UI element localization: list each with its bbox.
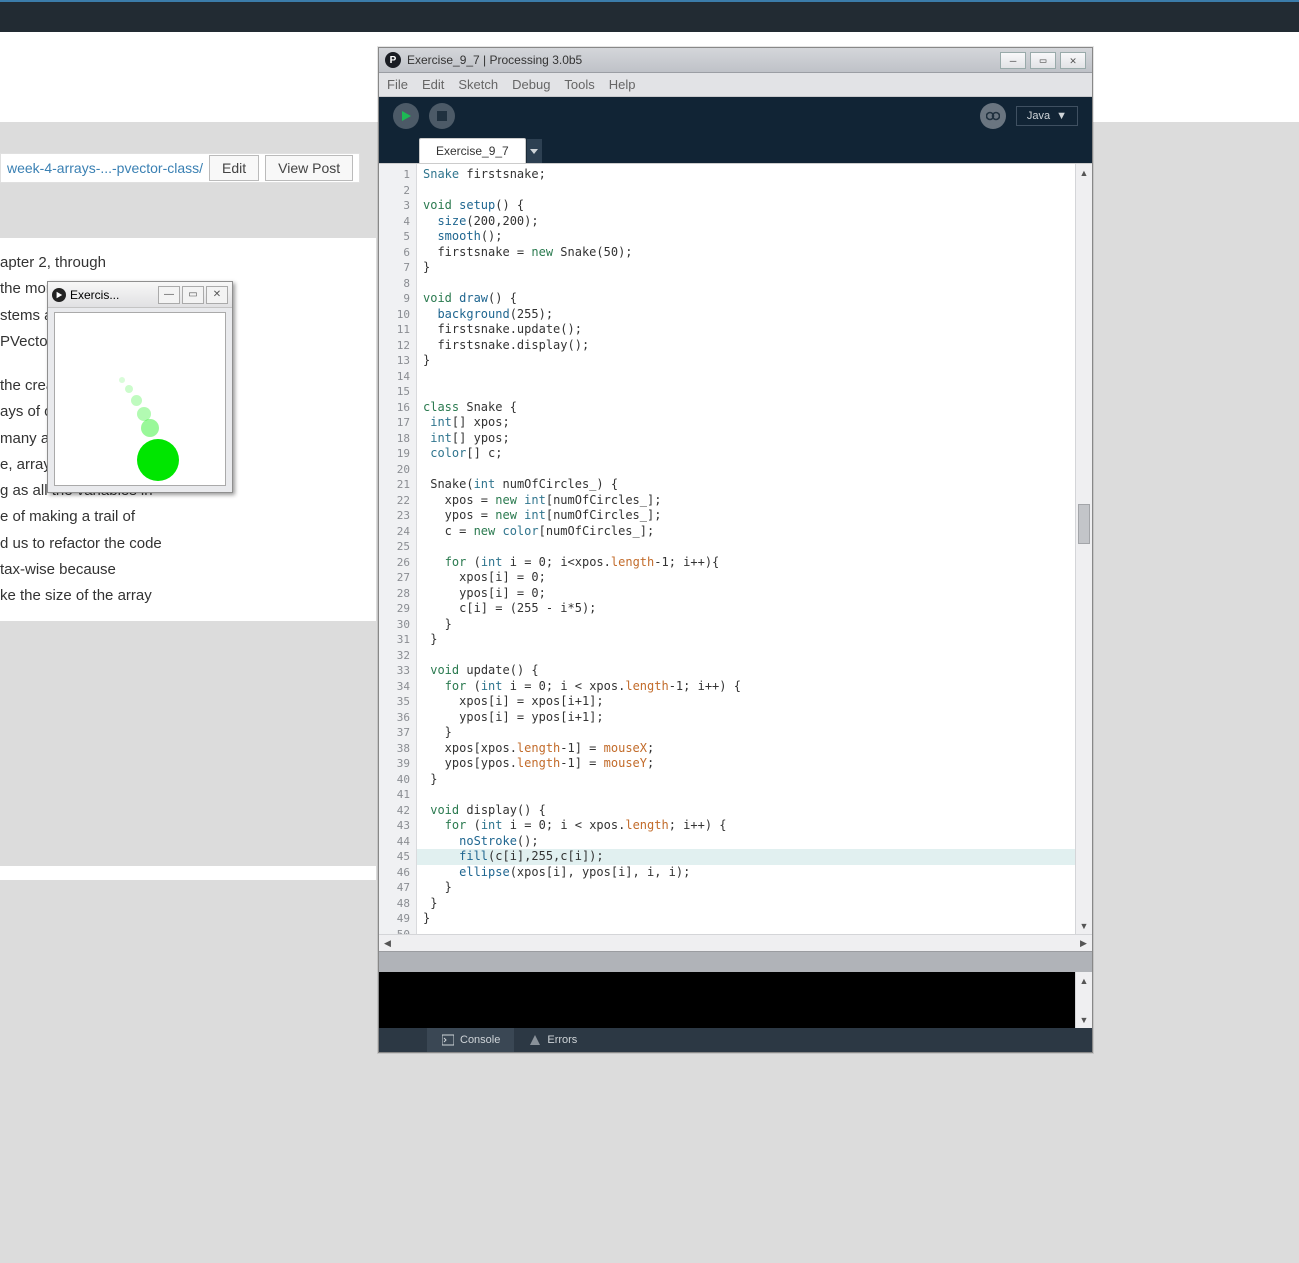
scroll-up-icon[interactable]: ▲ bbox=[1076, 972, 1092, 989]
tab-console-label: Console bbox=[460, 1034, 500, 1046]
scroll-down-icon[interactable]: ▼ bbox=[1076, 1011, 1092, 1028]
tab-errors-label: Errors bbox=[547, 1034, 577, 1046]
ide-menubar: File Edit Sketch Debug Tools Help bbox=[379, 73, 1092, 97]
vertical-scrollbar[interactable]: ▲ ▼ bbox=[1075, 164, 1092, 934]
maximize-icon[interactable]: ▭ bbox=[1030, 52, 1056, 69]
processing-logo-icon: P bbox=[385, 52, 401, 68]
ide-title: Exercise_9_7 | Processing 3.0b5 bbox=[407, 53, 1000, 67]
close-icon[interactable]: ✕ bbox=[1060, 52, 1086, 69]
sketch-titlebar[interactable]: Exercis... — ▭ ✕ bbox=[48, 282, 232, 308]
tab-console[interactable]: Console bbox=[427, 1028, 514, 1052]
ide-titlebar[interactable]: P Exercise_9_7 | Processing 3.0b5 — ▭ ✕ bbox=[379, 48, 1092, 73]
mode-label: Java bbox=[1027, 110, 1050, 122]
article-line: tax-wise because bbox=[0, 557, 364, 583]
sketch-title: Exercis... bbox=[70, 288, 156, 302]
menu-help[interactable]: Help bbox=[609, 77, 636, 92]
scroll-thumb[interactable] bbox=[1078, 504, 1090, 544]
code-area[interactable]: Snake firstsnake;void setup() { size(200… bbox=[417, 164, 1092, 934]
scroll-right-icon[interactable]: ▶ bbox=[1075, 935, 1092, 951]
article-line: ke the size of the array bbox=[0, 583, 364, 609]
menu-tools[interactable]: Tools bbox=[564, 77, 594, 92]
ide-tabbar: Exercise_9_7 bbox=[379, 135, 1092, 163]
code-editor[interactable]: 1234567891011121314151617181920212223242… bbox=[379, 163, 1092, 934]
menu-file[interactable]: File bbox=[387, 77, 408, 92]
article-line: e of making a trail of bbox=[0, 504, 364, 530]
view-post-button[interactable]: View Post bbox=[265, 155, 353, 181]
chevron-down-icon: ▼ bbox=[1056, 110, 1067, 122]
scroll-left-icon[interactable]: ◀ bbox=[379, 935, 396, 951]
mode-selector[interactable]: Java ▼ bbox=[1016, 106, 1078, 126]
scroll-down-icon[interactable]: ▼ bbox=[1076, 917, 1092, 934]
ide-status-bar bbox=[379, 951, 1092, 972]
article-bottom-white bbox=[0, 866, 376, 880]
menu-debug[interactable]: Debug bbox=[512, 77, 550, 92]
ide-toolbar: Java ▼ bbox=[379, 97, 1092, 135]
run-button[interactable] bbox=[393, 103, 419, 129]
console-scrollbar[interactable]: ▲ ▼ bbox=[1075, 972, 1092, 1028]
menu-sketch[interactable]: Sketch bbox=[458, 77, 498, 92]
play-icon bbox=[52, 288, 66, 302]
tab-dropdown-icon[interactable] bbox=[526, 139, 542, 163]
article-line: apter 2, through bbox=[0, 250, 364, 276]
processing-ide-window[interactable]: P Exercise_9_7 | Processing 3.0b5 — ▭ ✕ … bbox=[378, 47, 1093, 1053]
breadcrumb-row: week-4-arrays-...-pvector-class/ Edit Vi… bbox=[0, 153, 360, 183]
article-line: d us to refactor the code bbox=[0, 531, 364, 557]
ide-console[interactable]: ▲ ▼ bbox=[379, 972, 1092, 1028]
line-number-gutter: 1234567891011121314151617181920212223242… bbox=[379, 164, 417, 934]
close-icon[interactable]: ✕ bbox=[206, 286, 228, 304]
breadcrumb[interactable]: week-4-arrays-...-pvector-class/ bbox=[7, 160, 203, 176]
top-dark-bar bbox=[0, 0, 1299, 32]
minimize-icon[interactable]: — bbox=[158, 286, 180, 304]
warning-icon bbox=[528, 1034, 541, 1047]
ide-bottom-tabs: Console Errors bbox=[379, 1028, 1092, 1052]
scroll-up-icon[interactable]: ▲ bbox=[1076, 164, 1092, 181]
edit-button[interactable]: Edit bbox=[209, 155, 259, 181]
minimize-icon[interactable]: — bbox=[1000, 52, 1026, 69]
maximize-icon[interactable]: ▭ bbox=[182, 286, 204, 304]
console-icon bbox=[441, 1034, 454, 1047]
horizontal-scrollbar[interactable]: ◀ ▶ bbox=[379, 934, 1092, 951]
stop-button[interactable] bbox=[429, 103, 455, 129]
menu-edit[interactable]: Edit bbox=[422, 77, 444, 92]
tab-exercise[interactable]: Exercise_9_7 bbox=[419, 138, 526, 163]
sketch-canvas bbox=[54, 312, 226, 486]
sketch-window[interactable]: Exercis... — ▭ ✕ bbox=[47, 281, 233, 493]
debug-icon[interactable] bbox=[980, 103, 1006, 129]
tab-errors[interactable]: Errors bbox=[514, 1028, 591, 1052]
